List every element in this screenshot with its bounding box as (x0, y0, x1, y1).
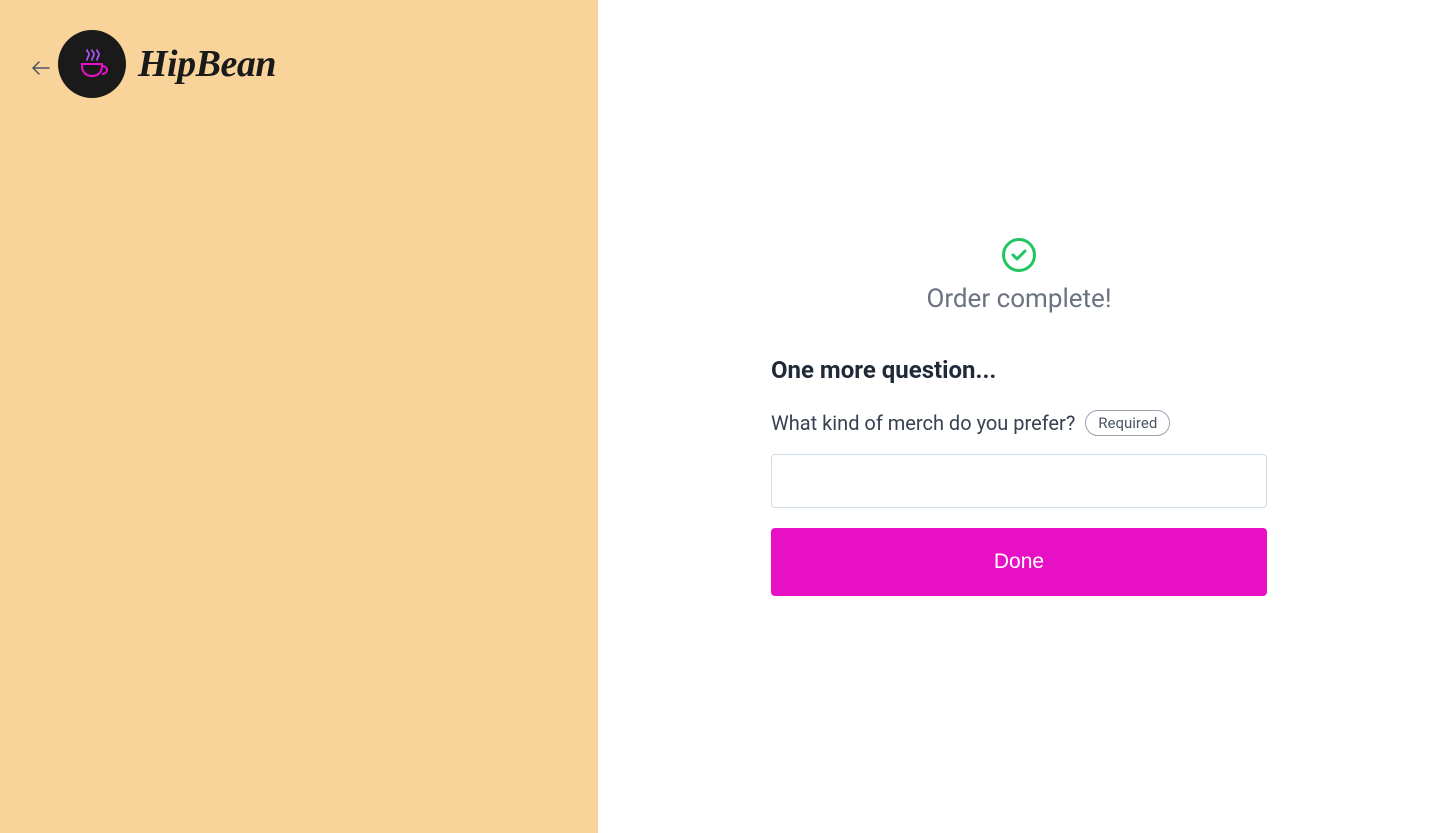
merch-preference-input[interactable] (771, 454, 1267, 508)
success-message: Order complete! (926, 284, 1111, 314)
question-label-row: What kind of merch do you prefer? Requir… (771, 410, 1267, 436)
question-heading: One more question... (771, 356, 1267, 384)
arrow-left-icon (32, 61, 50, 75)
logo-circle (58, 30, 126, 98)
done-button[interactable]: Done (771, 528, 1267, 596)
brand-logo: HipBean (58, 30, 276, 98)
back-button[interactable] (29, 56, 53, 80)
left-decorative-panel: HipBean (0, 0, 598, 833)
question-text: What kind of merch do you prefer? (771, 411, 1075, 435)
brand-name: HipBean (138, 42, 276, 86)
checkmark-icon (1011, 249, 1027, 261)
success-section: Order complete! (771, 238, 1267, 314)
content-container: Order complete! One more question... Wha… (771, 238, 1267, 596)
success-check-icon (1002, 238, 1036, 272)
right-content-panel: Order complete! One more question... Wha… (598, 0, 1440, 833)
coffee-cup-icon (72, 44, 112, 84)
required-badge: Required (1085, 410, 1170, 436)
